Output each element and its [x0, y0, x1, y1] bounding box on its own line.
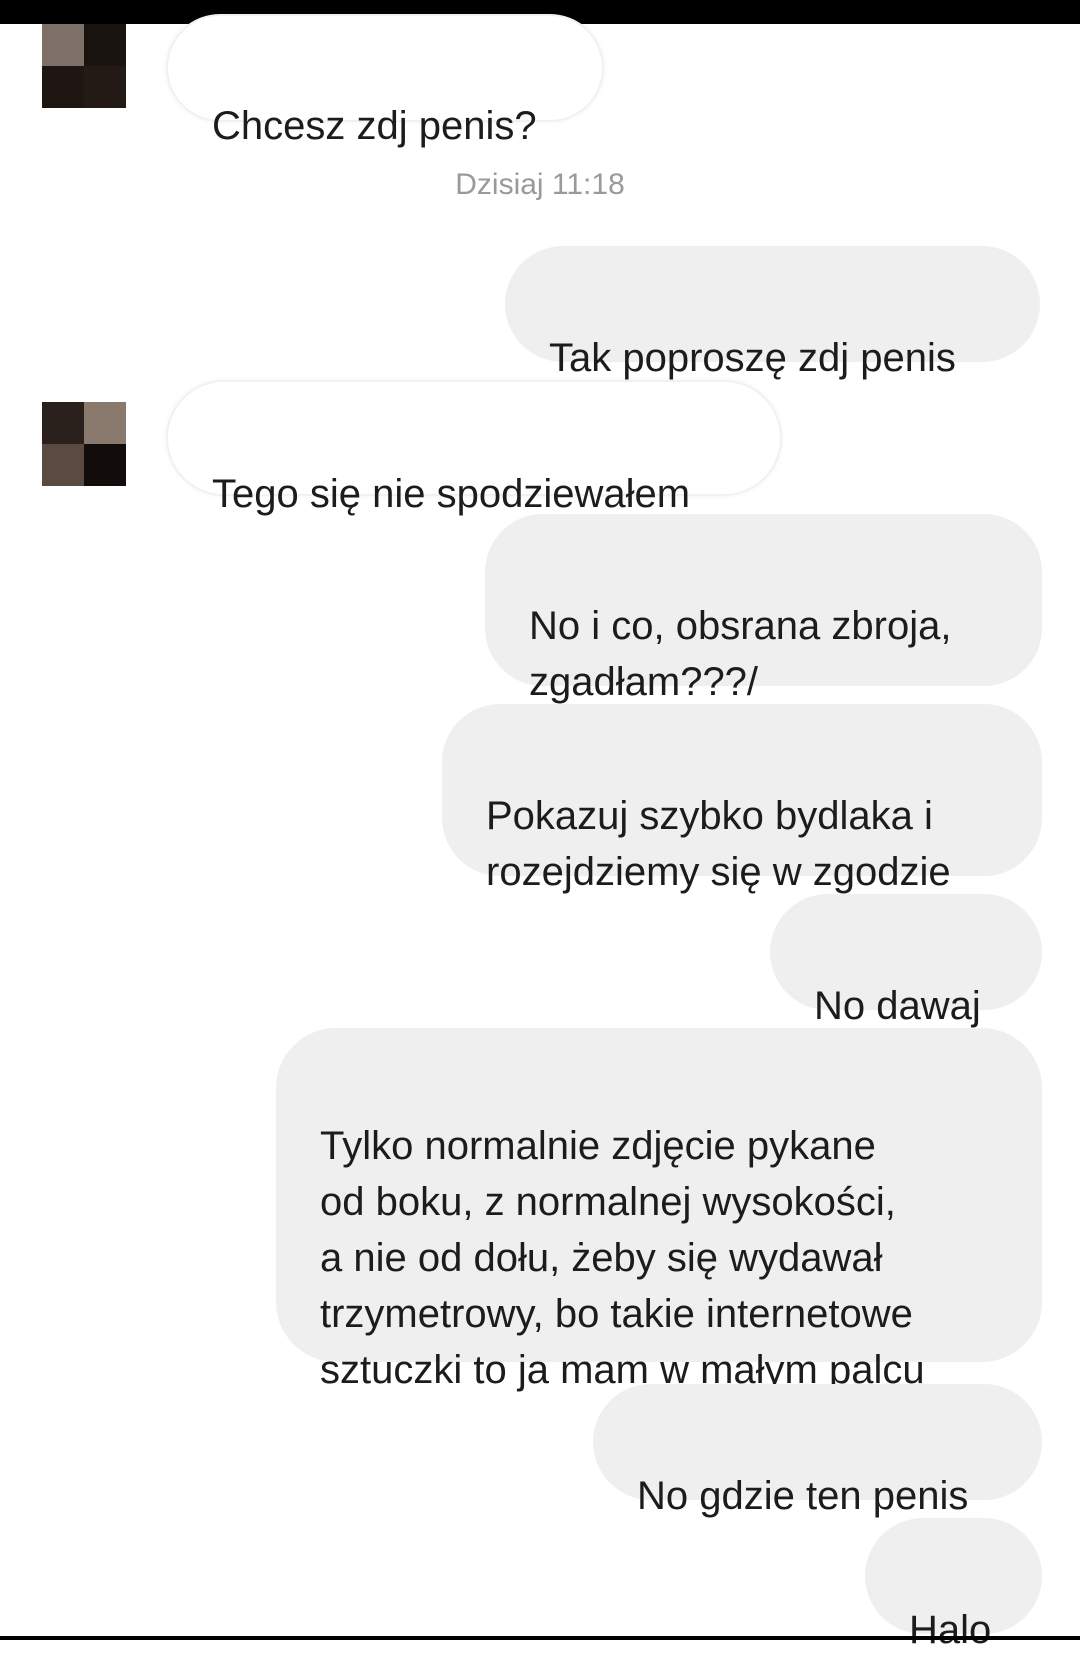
message-timestamp: Dzisiaj 11:18	[455, 168, 625, 201]
message-bubble-outgoing[interactable]: Tak poproszę zdj penis	[505, 246, 1040, 380]
message-bubble-outgoing[interactable]: No i co, obsrana zbroja, zgadłam???/	[485, 514, 1042, 704]
message-text: Pokazuj szybko bydlaka i rozejdziemy się…	[486, 794, 951, 894]
contact-avatar[interactable]	[42, 402, 126, 486]
message-text: No gdzie ten penis	[637, 1474, 969, 1518]
contact-avatar[interactable]	[42, 24, 126, 108]
message-text: Tak poproszę zdj penis	[549, 336, 956, 380]
message-bubble-outgoing[interactable]: Pokazuj szybko bydlaka i rozejdziemy się…	[442, 704, 1042, 894]
message-text: No dawaj	[814, 984, 981, 1028]
message-text: No i co, obsrana zbroja, zgadłam???/	[529, 604, 952, 704]
message-bubble-incoming[interactable]: Chcesz zdj penis?	[166, 14, 604, 148]
bottom-edge	[0, 1636, 1080, 1640]
message-bubble-outgoing[interactable]: No gdzie ten penis	[593, 1384, 1042, 1518]
message-bubble-outgoing[interactable]: Halo	[865, 1518, 1042, 1652]
message-bubble-incoming[interactable]: Tego się nie spodziewałem	[166, 380, 782, 516]
message-bubble-outgoing[interactable]: Tylko normalnie zdjęcie pykane od boku, …	[276, 1028, 1042, 1392]
message-text: Tylko normalnie zdjęcie pykane od boku, …	[320, 1124, 925, 1392]
message-bubble-outgoing[interactable]: No dawaj	[770, 894, 1042, 1028]
message-text: Tego się nie spodziewałem	[212, 472, 691, 516]
message-text: Chcesz zdj penis?	[212, 104, 537, 148]
message-text: Halo	[909, 1608, 992, 1652]
